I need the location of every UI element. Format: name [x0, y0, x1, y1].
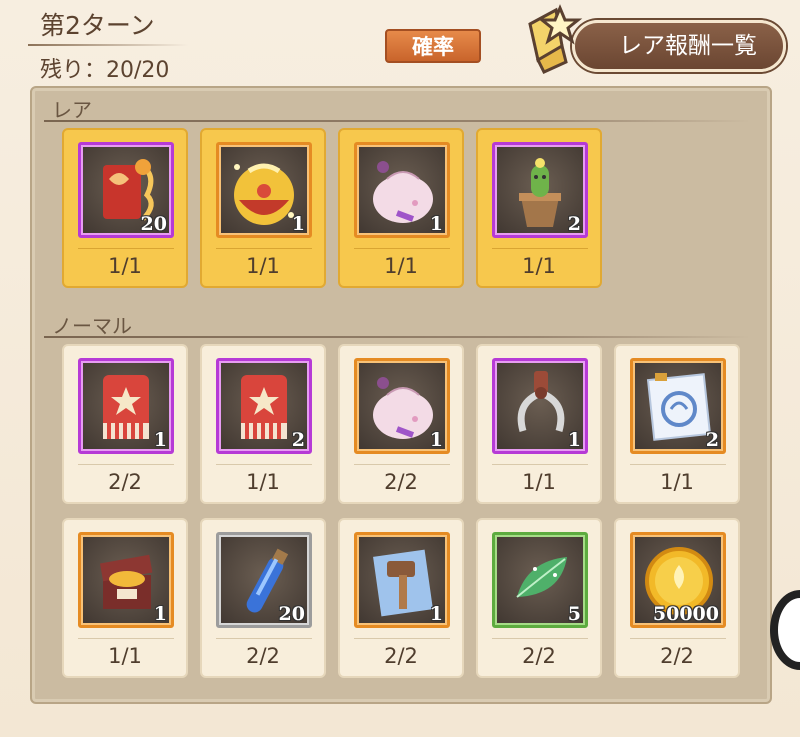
item-icon-frame: 50000 — [630, 532, 726, 628]
item-icon-frame: 20 — [216, 532, 312, 628]
normal-section-label: ノーマル — [52, 314, 132, 338]
item-count: 2/2 — [660, 644, 694, 668]
normal-item-card[interactable]: 1 2/2 — [62, 344, 188, 504]
probability-button[interactable]: 確率 — [385, 29, 481, 63]
card-divider — [630, 464, 726, 465]
item-quantity: 1 — [153, 429, 167, 451]
item-count: 1/1 — [384, 254, 418, 278]
item-quantity: 1 — [291, 213, 305, 235]
trophy-star-icon[interactable] — [522, 4, 592, 78]
card-divider — [216, 638, 312, 639]
card-divider — [354, 464, 450, 465]
item-count: 1/1 — [108, 254, 142, 278]
card-divider — [78, 248, 174, 249]
item-quantity: 2 — [291, 429, 305, 451]
item-quantity: 20 — [278, 603, 305, 625]
item-icon-frame: 1 — [78, 532, 174, 628]
item-icon-frame: 5 — [492, 532, 588, 628]
item-icon-frame: 2 — [630, 358, 726, 454]
normal-item-card[interactable]: 1 1/1 — [62, 518, 188, 678]
item-count: 1/1 — [246, 254, 280, 278]
normal-item-card[interactable]: 1 2/2 — [338, 518, 464, 678]
item-quantity: 1 — [429, 429, 443, 451]
item-quantity: 1 — [429, 603, 443, 625]
item-quantity: 5 — [567, 603, 581, 625]
item-count: 2/2 — [384, 644, 418, 668]
turn-underline — [28, 44, 188, 46]
item-icon-frame: 1 — [78, 358, 174, 454]
rare-item-card[interactable]: 1 1/1 — [338, 128, 464, 288]
item-count: 2/2 — [108, 470, 142, 494]
card-divider — [630, 638, 726, 639]
normal-section-divider — [44, 336, 750, 338]
remaining-label: 残り：20/20 — [40, 58, 170, 83]
card-divider — [78, 464, 174, 465]
card-divider — [354, 248, 450, 249]
normal-item-card[interactable]: 50000 2/2 — [614, 518, 740, 678]
item-icon-frame: 1 — [492, 358, 588, 454]
rare-item-card[interactable]: 1 1/1 — [200, 128, 326, 288]
rare-section-divider — [44, 120, 750, 122]
item-icon-frame: 1 — [354, 358, 450, 454]
card-divider — [78, 638, 174, 639]
item-quantity: 1 — [429, 213, 443, 235]
card-divider — [354, 638, 450, 639]
item-icon-frame: 2 — [492, 142, 588, 238]
rare-item-card[interactable]: 2 1/1 — [476, 128, 602, 288]
item-icon-frame: 2 — [216, 358, 312, 454]
card-divider — [216, 464, 312, 465]
item-quantity: 50000 — [652, 603, 719, 625]
item-count: 1/1 — [246, 470, 280, 494]
item-quantity: 1 — [153, 603, 167, 625]
card-divider — [492, 248, 588, 249]
item-count: 1/1 — [660, 470, 694, 494]
rare-rewards-button[interactable]: レア報酬一覧 — [572, 20, 786, 72]
side-button-partial[interactable] — [770, 590, 800, 670]
gacha-turn-screen: 第2ターン 残り：20/20 確率 レア報酬一覧 レア ノーマル 20 1/1 1 1… — [0, 0, 800, 737]
normal-item-card[interactable]: 20 2/2 — [200, 518, 326, 678]
item-count: 1/1 — [522, 254, 556, 278]
item-count: 1/1 — [108, 644, 142, 668]
card-divider — [492, 638, 588, 639]
card-divider — [216, 248, 312, 249]
item-quantity: 2 — [705, 429, 719, 451]
item-quantity: 20 — [140, 213, 167, 235]
item-icon-frame: 1 — [216, 142, 312, 238]
item-count: 2/2 — [522, 644, 556, 668]
item-icon-frame: 1 — [354, 532, 450, 628]
rare-section-label: レア — [52, 98, 92, 122]
normal-item-card[interactable]: 5 2/2 — [476, 518, 602, 678]
item-icon-frame: 1 — [354, 142, 450, 238]
turn-label: 第2ターン — [40, 11, 155, 40]
normal-item-card[interactable]: 1 2/2 — [338, 344, 464, 504]
item-icon-frame: 20 — [78, 142, 174, 238]
rare-item-card[interactable]: 20 1/1 — [62, 128, 188, 288]
item-count: 1/1 — [522, 470, 556, 494]
item-quantity: 1 — [567, 429, 581, 451]
item-count: 2/2 — [246, 644, 280, 668]
card-divider — [492, 464, 588, 465]
normal-item-card[interactable]: 2 1/1 — [200, 344, 326, 504]
item-quantity: 2 — [567, 213, 581, 235]
normal-item-card[interactable]: 1 1/1 — [476, 344, 602, 504]
normal-item-card[interactable]: 2 1/1 — [614, 344, 740, 504]
item-count: 2/2 — [384, 470, 418, 494]
